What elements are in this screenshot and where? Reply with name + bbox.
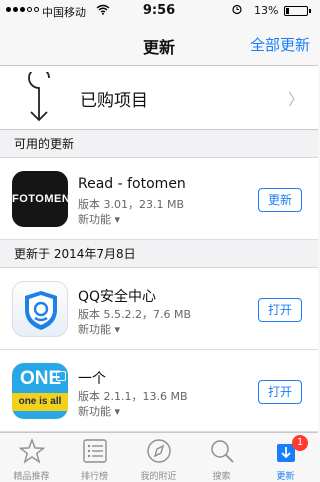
fotomen-app-icon: FOTOMEN bbox=[12, 171, 68, 227]
tab-updates[interactable]: 1 更新 bbox=[254, 433, 317, 482]
open-button[interactable]: 打开 bbox=[258, 380, 302, 404]
app-version-size: 版本 2.1.1，13.6 MB bbox=[78, 390, 188, 403]
app-row-read-fotomen[interactable]: FOTOMEN Read - fotomen 版本 3.01，23.1 MB 新… bbox=[0, 158, 318, 240]
lock-icon bbox=[232, 4, 248, 18]
new-features-toggle[interactable]: 新功能 ▾ bbox=[78, 211, 120, 227]
star-icon bbox=[19, 438, 45, 464]
app-name: QQ安全中心 bbox=[78, 289, 157, 305]
purchased-row[interactable]: 已购项目 〉 bbox=[0, 66, 318, 130]
tab-charts[interactable]: 排行榜 bbox=[63, 433, 126, 482]
battery-percent: 13% bbox=[254, 4, 279, 17]
tab-label: 我的附近 bbox=[140, 472, 177, 482]
section-header-available: 可用的更新 bbox=[0, 130, 318, 158]
update-all-button[interactable]: 全部更新 bbox=[250, 34, 310, 55]
one-tagline: one is all bbox=[12, 393, 68, 411]
status-bar: 中国移动 9:56 13% bbox=[0, 0, 318, 22]
app-version-size: 版本 5.5.2.2，7.6 MB bbox=[78, 308, 192, 321]
tab-label: 更新 bbox=[276, 472, 295, 482]
app-row-one[interactable]: ONE one is all 一个 版本 2.1.1，13.6 MB 新功能 ▾… bbox=[0, 350, 318, 432]
battery-icon bbox=[284, 6, 311, 16]
updates-count-badge: 1 bbox=[292, 435, 308, 451]
chevron-right-icon: 〉 bbox=[287, 90, 304, 109]
one-logo-text: ONE bbox=[20, 368, 62, 389]
tab-featured[interactable]: 精品推荐 bbox=[0, 433, 63, 482]
app-version-size: 版本 3.01，23.1 MB bbox=[78, 198, 185, 211]
search-icon bbox=[211, 440, 234, 463]
tab-search[interactable]: 搜索 bbox=[190, 433, 253, 482]
section-header-updated-date: 更新于 2014年7月8日 bbox=[0, 240, 318, 268]
navigation-bar: 更新 全部更新 bbox=[0, 22, 318, 66]
tab-bar: 精品推荐 排行榜 我的附近 搜索 1 更新 bbox=[0, 432, 318, 482]
one-app-icon: ONE one is all bbox=[12, 363, 68, 419]
tab-label: 精品推荐 bbox=[13, 472, 50, 482]
tab-nearby[interactable]: 我的附近 bbox=[127, 433, 190, 482]
app-row-qq-security[interactable]: QQ安全中心 版本 5.5.2.2，7.6 MB 新功能 ▾ 打开 bbox=[0, 268, 318, 350]
app-name: Read - fotomen bbox=[78, 176, 186, 192]
new-features-toggle[interactable]: 新功能 ▾ bbox=[78, 321, 120, 337]
purchased-icon bbox=[28, 72, 50, 122]
app-name: 一个 bbox=[78, 371, 106, 387]
update-button[interactable]: 更新 bbox=[258, 188, 302, 212]
purchased-label: 已购项目 bbox=[80, 91, 148, 111]
one-logo-mark bbox=[56, 371, 66, 381]
tab-label: 排行榜 bbox=[80, 472, 108, 482]
open-button[interactable]: 打开 bbox=[258, 298, 302, 322]
list-icon bbox=[83, 439, 107, 463]
location-icon bbox=[147, 439, 171, 463]
new-features-toggle[interactable]: 新功能 ▾ bbox=[78, 403, 120, 419]
qq-security-app-icon bbox=[12, 281, 68, 337]
tab-label: 搜索 bbox=[212, 472, 231, 482]
